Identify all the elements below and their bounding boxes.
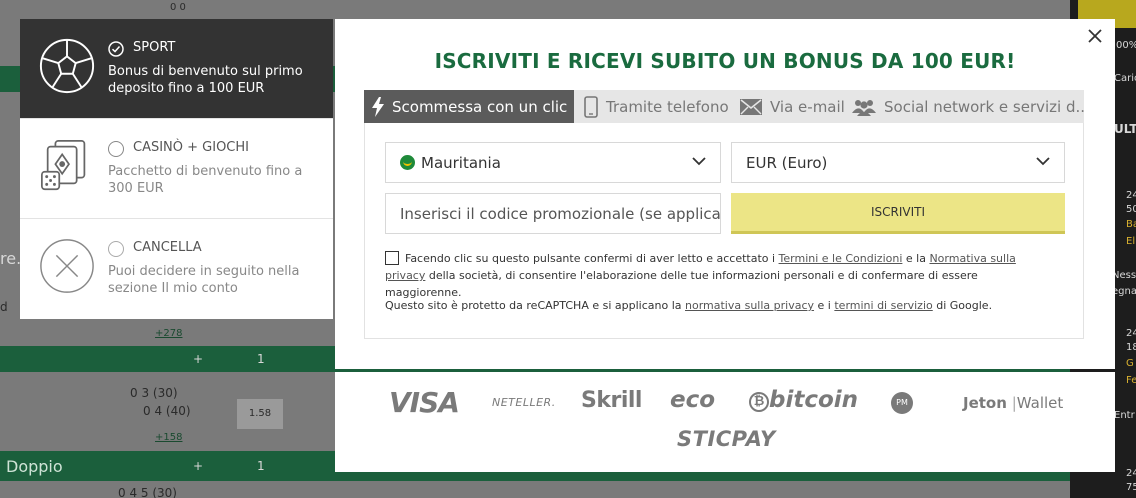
bitcoin-logo: ₿ bitcoin [749, 387, 858, 413]
bg-right-snip: Cario [1114, 73, 1136, 84]
payment-methods-bar: VISA NETELLER. Skrill eco ₿ bitcoin PM Je… [335, 372, 1115, 472]
recaptcha-text-pre: Questo sito è protetto da reCAPTCHA e si… [385, 299, 685, 312]
terms-link[interactable]: Termini e le Condizioni [779, 252, 903, 265]
bonus-options-panel: SPORT Bonus di benvenuto sul primo depos… [20, 19, 333, 319]
bg-right-snip: 24 [1126, 468, 1136, 479]
recaptcha-text-post: di Google. [932, 299, 993, 312]
perfect-money-logo: PM [891, 392, 913, 414]
lightning-icon [372, 96, 384, 117]
google-privacy-link[interactable]: normativa sulla privacy [685, 299, 814, 312]
option-cancel[interactable]: CANCELLA Puoi decidere in seguito nella … [20, 219, 333, 319]
option-casino-desc: Pacchetto di benvenuto fino a 300 EUR [108, 164, 303, 196]
currency-value: EUR (Euro) [746, 153, 828, 172]
option-casino-title: CASINÒ + GIOCHI [133, 140, 249, 155]
bg-plus-2: + [193, 459, 204, 473]
recaptcha-notice: Questo sito è protetto da reCAPTCHA e si… [385, 299, 992, 312]
country-value: Mauritania [421, 153, 501, 172]
bg-score-3: 0 4 5 (30) [118, 486, 177, 498]
option-sport-title: SPORT [133, 40, 176, 55]
radio-unchecked-icon[interactable] [108, 141, 124, 157]
soccer-ball-icon [39, 38, 95, 94]
bg-right-snip: 24 [1126, 190, 1136, 201]
bg-doppio-label: Doppio [6, 457, 63, 476]
bg-right-snip: 24 [1126, 328, 1136, 339]
neteller-logo: NETELLER. [492, 396, 556, 409]
terms-text-post: della società, di consentire l'elaborazi… [385, 269, 978, 299]
country-select[interactable]: Mauritania [385, 142, 721, 183]
terms-text-pre: Facendo clic su questo pulsante confermi… [405, 252, 779, 265]
bitcoin-text: bitcoin [769, 387, 859, 413]
sticpay-logo: STICPAY [677, 427, 776, 451]
cancel-x-icon [40, 239, 94, 293]
jeton-wallet-logo: Jeton |Wallet [963, 394, 1063, 412]
bg-plus: + [193, 352, 204, 366]
bg-right-snip: 75 [1126, 482, 1136, 493]
radio-unchecked-icon[interactable] [108, 241, 124, 257]
modal-title: ISCRIVITI E RICEVI SUBITO UN BONUS DA 10… [434, 49, 1016, 73]
chevron-down-icon [1036, 157, 1050, 166]
bg-odds-cell[interactable]: 1.58 [237, 399, 283, 429]
one-click-form: Mauritania EUR (Euro) ISCRIVITI Facendo … [364, 123, 1084, 339]
close-icon[interactable] [1086, 27, 1104, 45]
bg-right-snip: 00% [1116, 40, 1136, 51]
bg-right-snip: egna [1112, 286, 1136, 297]
terms-text: Facendo clic su questo pulsante confermi… [385, 250, 1057, 301]
terms-text-mid: e la [902, 252, 930, 265]
bg-one-2: 1 [257, 459, 265, 473]
eco-logo: eco [670, 387, 716, 413]
visa-logo: VISA [389, 386, 460, 419]
bg-one: 1 [257, 352, 265, 366]
phone-icon [584, 95, 598, 118]
bg-more-link-2[interactable]: +158 [155, 432, 182, 443]
promo-code-input[interactable] [385, 193, 721, 234]
bg-right-snip: Fe [1126, 375, 1136, 386]
bg-right-snip: ULT [1114, 122, 1136, 136]
registration-modal: ISCRIVITI E RICEVI SUBITO UN BONUS DA 10… [335, 19, 1115, 369]
option-casino[interactable]: CASINÒ + GIOCHI Pacchetto di benvenuto f… [20, 119, 333, 219]
mauritania-flag-icon [400, 155, 415, 170]
bitcoin-symbol-icon: ₿ [749, 392, 769, 412]
bg-right-snip: G [1126, 358, 1134, 369]
bg-right-snip: 18 [1126, 342, 1136, 353]
jeton-text: Jeton [963, 394, 1007, 412]
tab-phone-label: Tramite telefono [606, 97, 729, 116]
bg-right-snip: 50 [1126, 204, 1136, 215]
users-icon [852, 99, 876, 116]
tab-email[interactable]: Via e-mail [734, 90, 846, 123]
option-cancel-title: CANCELLA [133, 240, 202, 255]
bg-partial-label-2: d [0, 300, 8, 314]
recaptcha-text-mid: e i [814, 299, 835, 312]
skrill-logo: Skrill [581, 388, 642, 413]
bg-score-2: 0 4 (40) [143, 404, 191, 418]
envelope-icon [740, 98, 762, 115]
register-button[interactable]: ISCRIVITI [731, 193, 1065, 234]
bg-right-snip: Ness [1112, 270, 1136, 281]
tab-email-label: Via e-mail [770, 97, 845, 116]
option-sport-desc: Bonus di benvenuto sul primo deposito fi… [108, 64, 303, 96]
bg-more-link-1[interactable]: +278 [155, 328, 182, 339]
bg-right-snip: Entr [1114, 410, 1135, 421]
chevron-down-icon [692, 157, 706, 166]
google-terms-link[interactable]: termini di servizio [834, 299, 932, 312]
currency-select[interactable]: EUR (Euro) [731, 142, 1065, 183]
tab-one-click[interactable]: Scommessa con un clic [364, 90, 574, 123]
registration-tabs: Scommessa con un clic Tramite telefono V… [364, 90, 1084, 123]
tab-social-label: Social network e servizi d... [884, 97, 1084, 116]
bg-right-snip: Ba [1126, 219, 1136, 230]
casino-cards-icon [40, 139, 86, 191]
bg-score-1: 0 3 (30) [130, 386, 178, 400]
tab-phone[interactable]: Tramite telefono [574, 90, 734, 123]
radio-checked-icon[interactable] [108, 41, 124, 57]
option-sport[interactable]: SPORT Bonus di benvenuto sul primo depos… [20, 19, 333, 119]
bg-right-snip: El [1126, 236, 1136, 247]
tab-one-click-label: Scommessa con un clic [392, 97, 568, 116]
wallet-text: Wallet [1016, 394, 1064, 412]
bg-top-scores: 0 0 [170, 2, 186, 13]
option-cancel-desc: Puoi decidere in seguito nella sezione I… [108, 264, 300, 296]
tab-social[interactable]: Social network e servizi d... [846, 90, 1084, 123]
